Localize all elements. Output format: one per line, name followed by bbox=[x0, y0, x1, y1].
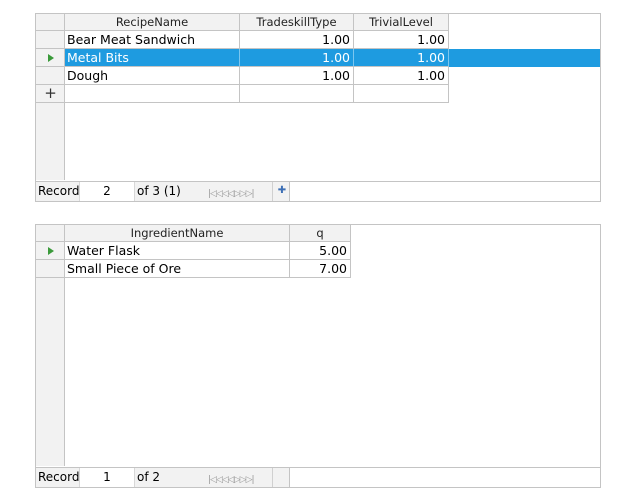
record-label: Record bbox=[38, 184, 80, 198]
cell-ingredientname[interactable]: Small Piece of Ore bbox=[65, 260, 290, 278]
record-number-field[interactable]: 1 bbox=[79, 468, 135, 487]
column-header-q[interactable]: q bbox=[290, 225, 351, 242]
recipes-header: RecipeName TradeskillType TrivialLevel bbox=[36, 14, 600, 32]
cell-ingredientname[interactable]: Water Flask bbox=[65, 242, 290, 260]
cell-q[interactable]: 5.00 bbox=[290, 242, 351, 260]
recipes-grid[interactable]: RecipeName TradeskillType TrivialLevel +… bbox=[35, 13, 601, 202]
current-row-icon bbox=[47, 54, 54, 62]
row-header-2[interactable] bbox=[36, 260, 65, 278]
row-header-3[interactable] bbox=[36, 67, 65, 85]
new-record-icon[interactable]: ✚ bbox=[277, 185, 287, 197]
table-row[interactable]: Bear Meat Sandwich 1.00 1.00 bbox=[65, 31, 449, 49]
cell-recipename[interactable]: Dough bbox=[65, 67, 240, 85]
plus-icon: + bbox=[44, 84, 57, 102]
cell-triviallevel[interactable]: 1.00 bbox=[354, 67, 449, 85]
table-row[interactable]: Dough 1.00 1.00 bbox=[65, 67, 449, 85]
current-row-icon bbox=[47, 247, 54, 255]
row-header-new[interactable]: + bbox=[36, 85, 65, 103]
column-header-recipename[interactable]: RecipeName bbox=[65, 14, 240, 31]
cell-recipename[interactable]: Metal Bits bbox=[65, 49, 240, 67]
column-header-triviallevel[interactable]: TrivialLevel bbox=[354, 14, 449, 31]
cell-recipename[interactable]: Bear Meat Sandwich bbox=[65, 31, 240, 49]
cell-q[interactable]: 7.00 bbox=[290, 260, 351, 278]
cell-tradeskilltype[interactable]: 1.00 bbox=[240, 31, 354, 49]
cell-triviallevel[interactable]: 1.00 bbox=[354, 49, 449, 67]
ingredients-header: IngredientName q bbox=[36, 225, 600, 243]
row-header-1[interactable] bbox=[36, 242, 65, 260]
new-record-row[interactable] bbox=[65, 85, 449, 103]
record-navigation-bar: Record 2 of 3 (1) |◁◁◁◁▷▷▷| ✚ bbox=[36, 181, 600, 201]
cell-new-recipename[interactable] bbox=[65, 85, 240, 103]
cell-new-tradeskilltype[interactable] bbox=[240, 85, 354, 103]
row-header-1[interactable] bbox=[36, 31, 65, 49]
column-header-ingredientname[interactable]: IngredientName bbox=[65, 225, 290, 242]
row-header-2[interactable] bbox=[36, 49, 65, 67]
row-header-column bbox=[36, 242, 65, 466]
horizontal-scroll-area[interactable] bbox=[289, 182, 600, 201]
record-count: of 3 (1) bbox=[137, 184, 181, 198]
table-row-selected[interactable]: Metal Bits 1.00 1.00 bbox=[65, 49, 600, 67]
cell-new-triviallevel[interactable] bbox=[354, 85, 449, 103]
record-navigation-arrows-icon[interactable]: |◁◁◁◁▷▷▷| bbox=[208, 471, 270, 485]
record-navigation-bar: Record 1 of 2 |◁◁◁◁▷▷▷| bbox=[36, 467, 600, 487]
header-corner[interactable] bbox=[36, 14, 65, 31]
cell-tradeskilltype[interactable]: 1.00 bbox=[240, 67, 354, 85]
record-navigation-arrows-icon[interactable]: |◁◁◁◁▷▷▷| bbox=[208, 185, 270, 199]
record-number-field[interactable]: 2 bbox=[79, 182, 135, 201]
row-header-column: + bbox=[36, 31, 65, 180]
horizontal-scroll-area[interactable] bbox=[289, 468, 600, 487]
column-header-tradeskilltype[interactable]: TradeskillType bbox=[240, 14, 354, 31]
table-row[interactable]: Small Piece of Ore 7.00 bbox=[65, 260, 351, 278]
cell-triviallevel[interactable]: 1.00 bbox=[354, 31, 449, 49]
record-label: Record bbox=[38, 470, 80, 484]
table-row[interactable]: Water Flask 5.00 bbox=[65, 242, 351, 260]
ingredients-grid[interactable]: IngredientName q Water Flask 5.00 Small … bbox=[35, 224, 601, 488]
header-corner[interactable] bbox=[36, 225, 65, 242]
record-count: of 2 bbox=[137, 470, 161, 484]
cell-tradeskilltype[interactable]: 1.00 bbox=[240, 49, 354, 67]
